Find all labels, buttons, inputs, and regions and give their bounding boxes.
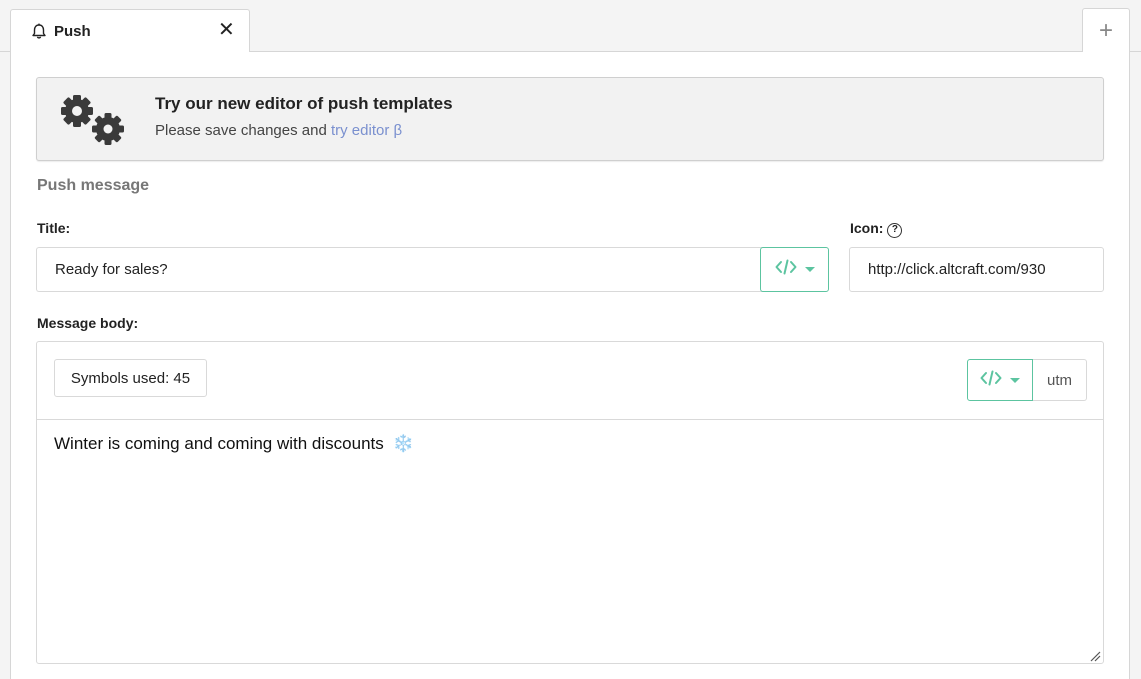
chevron-down-icon <box>1010 377 1020 383</box>
code-icon <box>775 259 797 280</box>
message-body-text[interactable]: Winter is coming and coming with discoun… <box>54 434 414 454</box>
tab-bar: Push ✕ + <box>0 0 1141 52</box>
body-tools-group: utm <box>967 359 1087 401</box>
code-icon <box>980 370 1002 391</box>
icon-url-input[interactable]: http://click.altcraft.com/930 <box>849 247 1104 292</box>
snowflake-emoji: ❄️ <box>392 434 414 453</box>
section-title: Push message <box>37 177 150 194</box>
new-editor-banner: Try our new editor of push templates Ple… <box>36 77 1104 161</box>
utm-button[interactable]: utm <box>1033 359 1087 401</box>
close-icon[interactable]: ✕ <box>218 20 235 40</box>
gears-icon <box>59 94 129 148</box>
icon-label: Icon:? <box>850 220 903 238</box>
message-body-toolbar: Symbols used: 45 utm <box>37 342 1103 420</box>
symbols-counter: Symbols used: 45 <box>54 359 207 397</box>
resize-handle-icon[interactable] <box>1089 649 1101 662</box>
bell-icon <box>31 22 49 40</box>
icon-label-text: Icon: <box>850 220 884 236</box>
add-tab-button[interactable]: + <box>1082 8 1130 52</box>
banner-text-prefix: Please save changes and <box>155 122 331 139</box>
try-editor-link[interactable]: try editor β <box>331 122 402 139</box>
title-label: Title: <box>37 220 71 236</box>
body-variables-button[interactable] <box>967 359 1033 401</box>
chevron-down-icon <box>804 267 815 272</box>
title-input[interactable]: Ready for sales? <box>36 247 764 292</box>
tab-push-label: Push <box>54 22 91 40</box>
message-body-editor: Symbols used: 45 utm Winter is coming an… <box>36 341 1104 664</box>
help-icon[interactable]: ? <box>887 223 903 238</box>
message-body-label: Message body: <box>37 315 139 331</box>
tab-push[interactable]: Push ✕ <box>10 9 250 52</box>
message-text: Winter is coming and coming with discoun… <box>54 434 384 453</box>
banner-title: Try our new editor of push templates <box>155 94 453 113</box>
banner-text: Please save changes and try editor β <box>155 122 402 139</box>
title-variables-button[interactable] <box>760 247 829 292</box>
